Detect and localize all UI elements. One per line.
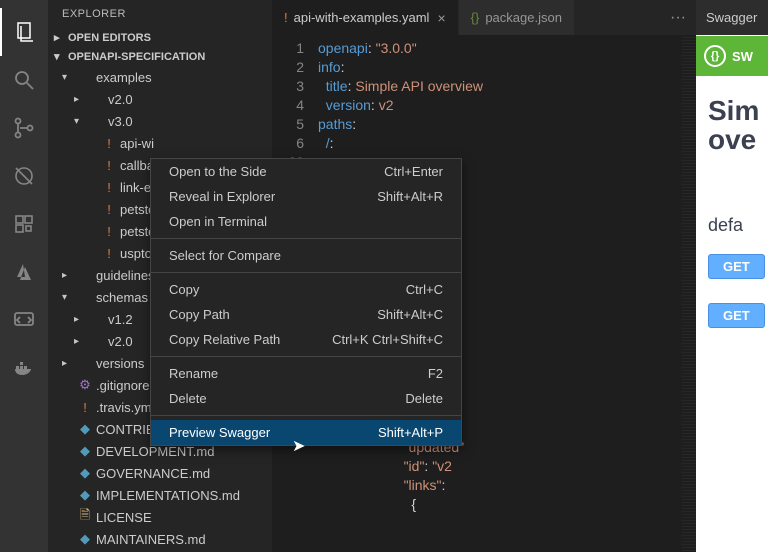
remote-icon[interactable] [0,296,48,344]
search-icon[interactable] [0,56,48,104]
swagger-get-button[interactable]: GET [708,303,765,328]
open-editors-header[interactable]: ▸OPEN EDITORS [48,28,272,47]
file-item[interactable]: ◆IMPLEMENTATIONS.md [56,484,272,506]
swagger-preview-panel: Swagger {} SW Simove defa GET GET [696,0,768,552]
files-icon[interactable] [0,8,48,56]
swagger-api-title: Simove [708,96,760,155]
folder-item[interactable]: ▾examples [56,66,272,88]
tab-bar: !api-with-examples.yaml×{}package.json ··… [272,0,696,35]
context-menu-item[interactable]: Preview SwaggerShift+Alt+P [151,420,461,445]
context-menu-item[interactable]: Select for Compare [151,243,461,268]
swagger-tab[interactable]: Swagger [696,0,768,35]
swagger-body: Simove defa GET GET [696,76,768,552]
context-menu-item[interactable]: Copy PathShift+Alt+C [151,302,461,327]
context-menu-item[interactable]: DeleteDelete [151,386,461,411]
context-menu-item[interactable]: Reveal in ExplorerShift+Alt+R [151,184,461,209]
project-header[interactable]: ▾OPENAPI-SPECIFICATION [48,47,272,66]
docker-icon[interactable] [0,344,48,392]
debug-icon[interactable] [0,152,48,200]
context-menu-item[interactable]: RenameF2 [151,361,461,386]
minimap[interactable] [682,35,696,552]
azure-icon[interactable] [0,248,48,296]
editor-tab[interactable]: {}package.json [459,0,575,35]
git-icon[interactable] [0,104,48,152]
swagger-get-button[interactable]: GET [708,254,765,279]
context-menu-item[interactable]: Open to the SideCtrl+Enter [151,159,461,184]
sidebar-title: EXPLORER [48,0,272,28]
tab-actions-icon[interactable]: ··· [660,0,696,35]
context-menu-item[interactable]: Open in Terminal [151,209,461,234]
close-icon[interactable]: × [437,10,445,26]
file-item[interactable]: 🗎LICENSE [56,506,272,528]
activity-bar [0,0,48,552]
folder-item[interactable]: ▾v3.0 [56,110,272,132]
swagger-section-label[interactable]: defa [708,215,760,236]
editor-tab[interactable]: !api-with-examples.yaml× [272,0,459,35]
context-menu-item[interactable]: Copy Relative PathCtrl+K Ctrl+Shift+C [151,327,461,352]
swagger-logo-icon: {} [704,45,726,67]
context-menu-item[interactable]: CopyCtrl+C [151,277,461,302]
swagger-brand-bar: {} SW [696,36,768,76]
extensions-icon[interactable] [0,200,48,248]
file-item[interactable]: ◆GOVERNANCE.md [56,462,272,484]
file-item[interactable]: ◆MAINTAINERS.md [56,528,272,550]
file-item[interactable]: !api-wi [56,132,272,154]
context-menu: Open to the SideCtrl+EnterReveal in Expl… [150,158,462,446]
folder-item[interactable]: ▸v2.0 [56,88,272,110]
